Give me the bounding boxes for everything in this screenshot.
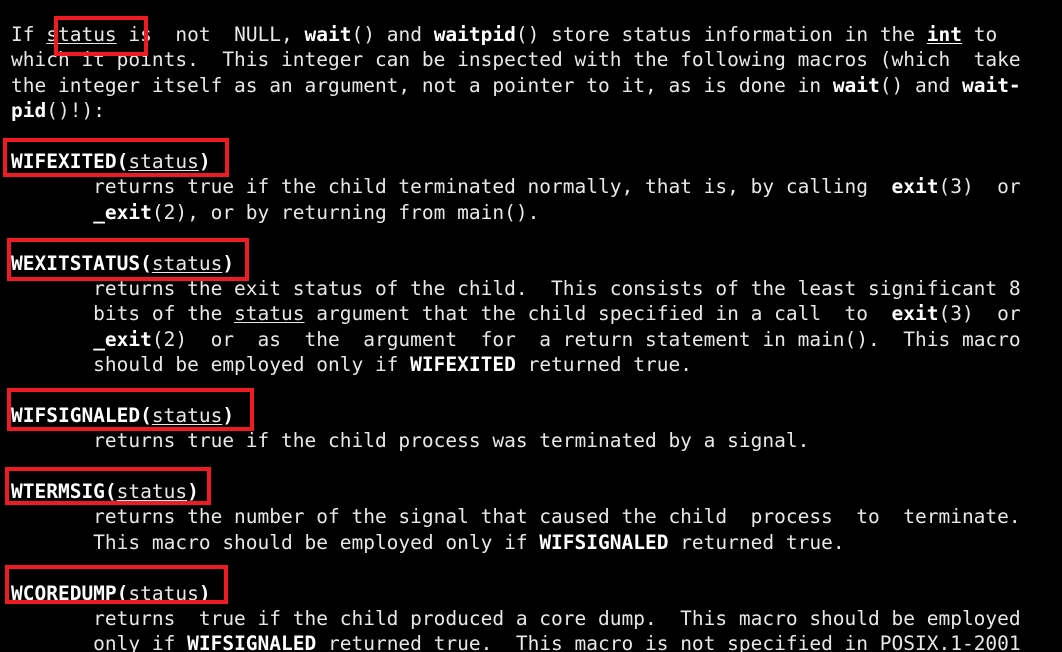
text-span: [11, 328, 93, 351]
man-page-text: If status is not NULL, wait() and waitpi…: [11, 22, 1062, 652]
text-span: () store status information in the: [515, 23, 927, 46]
text-span: status: [234, 302, 305, 326]
text-span: _exit: [93, 200, 152, 224]
text-span: (2) or as the argument for a return stat…: [151, 327, 1021, 351]
text-span: bits of the: [11, 302, 235, 326]
text-span: argument that the child specified in a c…: [304, 302, 892, 326]
text-span: (: [104, 480, 117, 504]
terminal-line: This macro should be employed only if WI…: [11, 530, 1062, 555]
text-span: which it points. This integer can be ins…: [11, 48, 1021, 72]
terminal-line: returns true if the child produced a cor…: [11, 606, 1062, 631]
text-span: waitpid: [433, 23, 516, 46]
text-span: pid: [11, 99, 47, 123]
text-span: WIFEXITED: [11, 149, 117, 173]
text-span: [11, 201, 93, 224]
text-span: only if: [11, 632, 188, 652]
text-span: (2), or by returning from main().: [151, 200, 540, 224]
text-span: WIFSIGNALED: [187, 632, 317, 652]
text-span: ): [187, 480, 199, 504]
text-span: ): [222, 403, 235, 427]
terminal-line: returns the number of the signal that ca…: [11, 504, 1062, 529]
text-span: wait: [304, 23, 352, 46]
text-span: status: [46, 23, 117, 46]
text-span: If: [11, 23, 47, 46]
text-span: (: [140, 251, 152, 275]
terminal-line: WIFSIGNALED(status): [11, 403, 1062, 428]
terminal-line: WTERMSIG(status): [11, 479, 1062, 504]
text-span: the integer itself as an argument, not a…: [11, 73, 833, 97]
text-span: returned true.: [515, 353, 692, 377]
text-span: returns true if the child terminated nor…: [11, 175, 892, 199]
text-span: ()!):: [46, 99, 105, 123]
text-span: (: [116, 581, 129, 605]
text-span: wait-: [961, 73, 1021, 97]
terminal-line: returns true if the child process was te…: [11, 428, 1062, 453]
terminal-line: returns true if the child terminated nor…: [11, 174, 1062, 199]
terminal-line: If status is not NULL, wait() and waitpi…: [11, 22, 1062, 47]
text-span: WIFEXITED: [410, 353, 516, 377]
text-span: WIFSIGNALED: [539, 530, 669, 554]
text-span: to: [962, 23, 998, 46]
text-span: ): [198, 581, 211, 605]
text-span: WEXITSTATUS: [11, 251, 141, 275]
terminal-line: pid()!):: [11, 98, 1062, 123]
text-span: _exit: [93, 327, 152, 351]
text-span: wait: [832, 73, 880, 97]
text-span: returned true.: [668, 530, 845, 554]
text-span: exit: [891, 175, 939, 199]
terminal-line: _exit(2) or as the argument for a return…: [11, 327, 1062, 352]
text-span: WIFSIGNALED: [11, 403, 141, 427]
terminal-line: WEXITSTATUS(status): [11, 251, 1062, 276]
terminal-line: WIFEXITED(status): [11, 149, 1062, 174]
terminal-line: _exit(2), or by returning from main().: [11, 200, 1062, 225]
text-span: () and: [879, 73, 962, 97]
text-span: returns true if the child produced a cor…: [11, 606, 1021, 630]
terminal-line: returns the exit status of the child. Th…: [11, 276, 1062, 301]
terminal-window[interactable]: If status is not NULL, wait() and waitpi…: [0, 0, 1062, 652]
text-span: status: [128, 149, 199, 173]
text-span: (: [140, 403, 152, 427]
text-span: status: [151, 403, 223, 427]
text-span: ): [222, 251, 235, 275]
terminal-line: WCOREDUMP(status): [11, 581, 1062, 606]
text-span: WCOREDUMP: [11, 581, 117, 605]
terminal-line: bits of the status argument that the chi…: [11, 301, 1062, 326]
text-span: ): [198, 149, 211, 173]
text-span: This macro should be employed only if: [11, 530, 540, 554]
text-span: should be employed only if: [11, 353, 411, 377]
text-span: () and: [351, 23, 434, 46]
text-span: status: [116, 480, 188, 504]
text-span: is not NULL,: [116, 23, 305, 46]
text-span: (3) or: [938, 175, 1021, 199]
text-span: returns true if the child process was te…: [11, 429, 810, 453]
terminal-line: which it points. This integer can be ins…: [11, 47, 1062, 72]
text-span: returned true. This macro is not specifi…: [316, 632, 1021, 652]
text-span: returns the exit status of the child. Th…: [11, 276, 1021, 300]
text-span: int: [926, 23, 963, 46]
text-span: (3) or: [938, 302, 1021, 326]
text-span: status: [151, 251, 223, 275]
terminal-line: the integer itself as an argument, not a…: [11, 73, 1062, 98]
terminal-line: only if WIFSIGNALED returned true. This …: [11, 631, 1062, 652]
text-span: returns the number of the signal that ca…: [11, 505, 1021, 529]
terminal-line: should be employed only if WIFEXITED ret…: [11, 352, 1062, 377]
text-span: status: [128, 581, 199, 605]
text-span: exit: [891, 302, 939, 326]
text-span: WTERMSIG: [11, 480, 105, 504]
text-span: (: [116, 149, 129, 173]
